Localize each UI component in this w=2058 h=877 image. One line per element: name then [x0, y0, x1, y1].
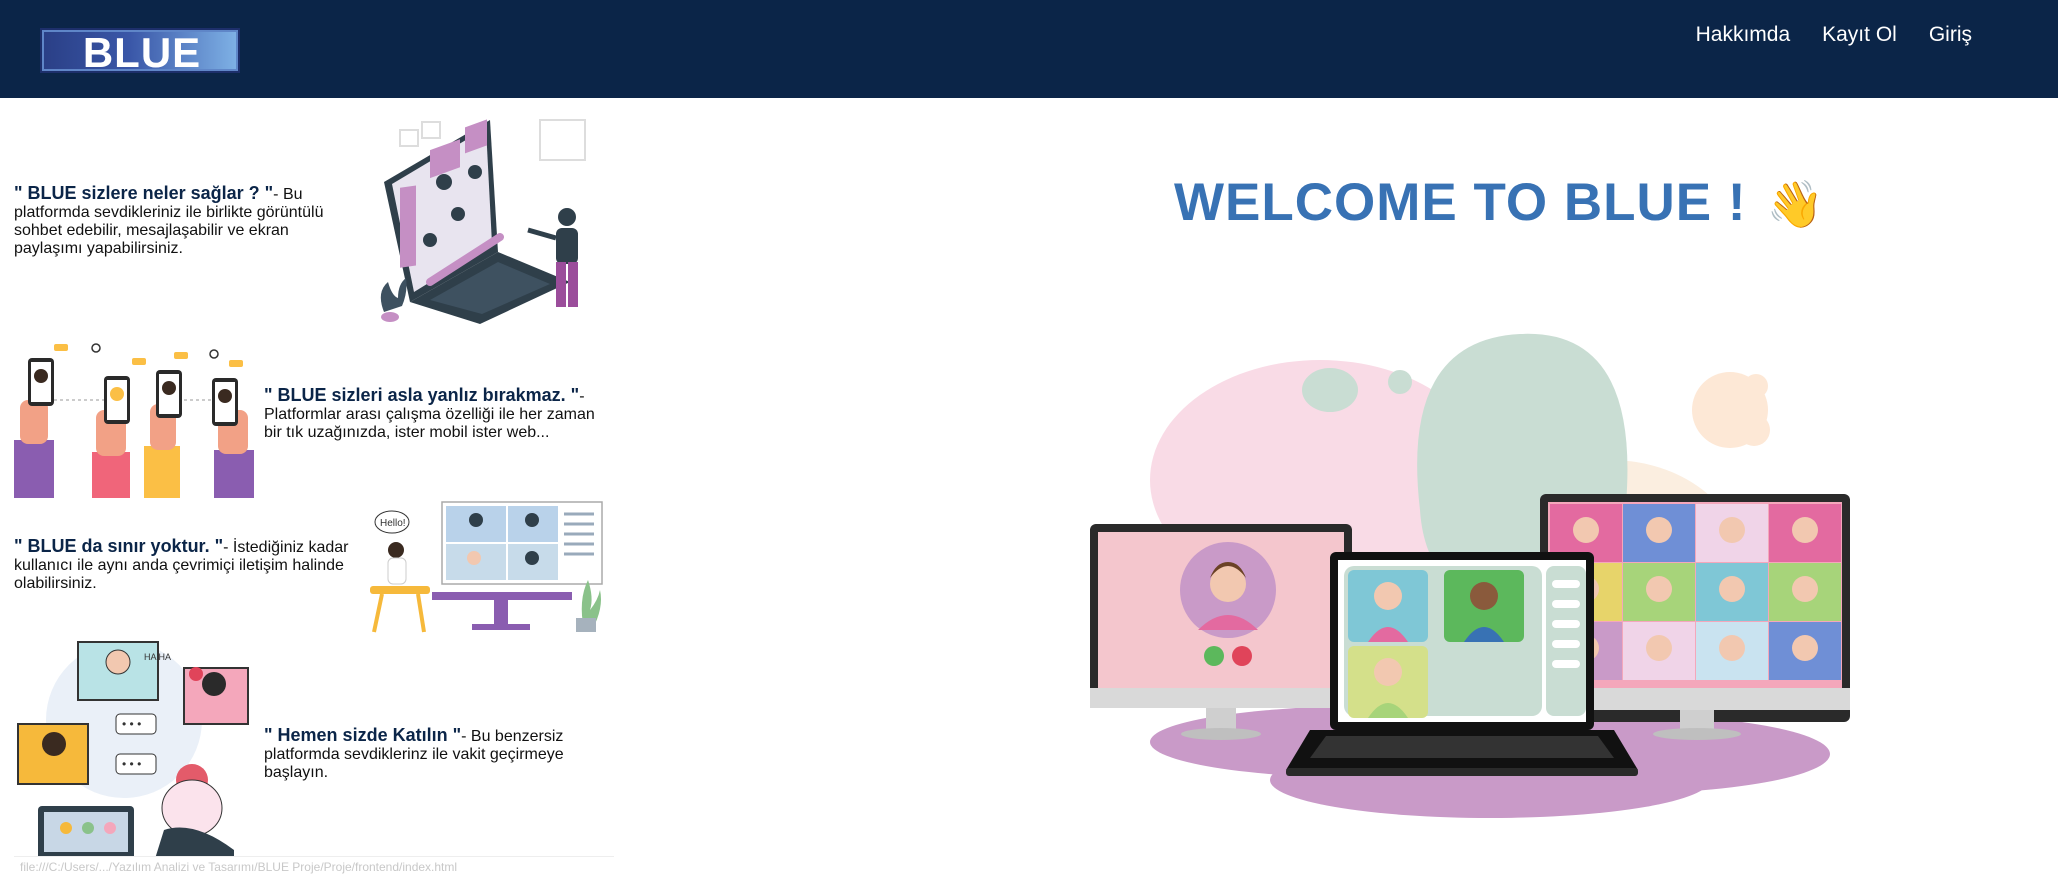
mobile-users-illustration	[14, 343, 254, 498]
browser-status-url: file:///C:/Users/.../Yazılım Analizi ve …	[14, 856, 614, 876]
svg-text:• • •: • • •	[122, 757, 141, 771]
feature-2-title: " BLUE sizleri asla yanlız bırakmaz. "	[264, 385, 580, 405]
feature-block-2: " BLUE sizleri asla yanlız bırakmaz. "- …	[264, 386, 604, 442]
join-now-illustration: HA HA • • • • • •	[17, 641, 249, 862]
waving-hand-icon: 👋	[1766, 178, 1825, 230]
group-call-illustration: Hello!	[370, 501, 603, 633]
logo[interactable]: BLUE	[40, 28, 240, 76]
feature-block-3: " BLUE da sınır yoktur. "- İstediğiniz k…	[14, 537, 354, 593]
feature-3-title: " BLUE da sınır yoktur. "	[14, 536, 224, 556]
video-call-laptop-illustration	[380, 119, 586, 324]
feature-1-title: " BLUE sizlere neler sağlar ? "	[14, 183, 274, 203]
nav-link-login[interactable]: Giriş	[1929, 22, 1972, 48]
nav-link-register[interactable]: Kayıt Ol	[1822, 22, 1897, 48]
hello-bubble-text: Hello!	[380, 518, 406, 529]
hero-title: WELCOME TO BLUE ! 👋	[1174, 172, 1825, 233]
svg-text:• • •: • • •	[122, 717, 141, 731]
nav-link-about[interactable]: Hakkımda	[1696, 22, 1791, 48]
devices-video-call-illustration	[1090, 333, 1850, 818]
navbar: BLUE Hakkımda Kayıt Ol Giriş	[0, 0, 2058, 98]
nav-links: Hakkımda Kayıt Ol Giriş	[1696, 22, 1972, 48]
hero-title-text: WELCOME TO BLUE !	[1174, 173, 1747, 232]
feature-block-1: " BLUE sizlere neler sağlar ? "- Bu plat…	[14, 184, 344, 258]
feature-block-4: " Hemen sizde Katılın "- Bu benzersiz pl…	[264, 726, 594, 782]
ha-ha-text: HA HA	[144, 652, 171, 662]
logo-text: BLUE	[82, 29, 202, 76]
feature-4-title: " Hemen sizde Katılın "	[264, 725, 462, 745]
